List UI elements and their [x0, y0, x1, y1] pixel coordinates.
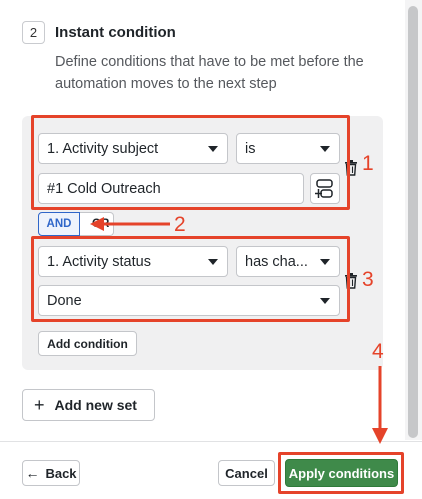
condition-2-operator-value: has cha... [245, 253, 308, 270]
back-label: Back [45, 465, 77, 481]
annotation-label-2: 2 [174, 213, 186, 236]
condition-1-value-input[interactable]: #1 Cold Outreach [38, 173, 304, 204]
annotation-arrow-4 [372, 366, 388, 444]
chevron-down-icon [208, 146, 218, 152]
condition-1-operator-value: is [245, 140, 256, 157]
condition-2-value-text: Done [47, 292, 82, 309]
condition-2-value-select[interactable]: Done [38, 285, 340, 316]
condition-1-field-select[interactable]: 1. Activity subject [38, 133, 228, 164]
insert-field-button[interactable] [310, 173, 340, 204]
annotation-arrow-2 [90, 217, 170, 231]
condition-2-operator-select[interactable]: has cha... [236, 246, 340, 277]
annotation-label-1: 1 [362, 152, 374, 175]
footer-divider [0, 441, 422, 442]
plus-icon: + [34, 394, 45, 415]
annotation-label-4: 4 [372, 340, 384, 363]
condition-1-field-value: 1. Activity subject [47, 140, 159, 157]
chevron-down-icon [320, 259, 330, 265]
add-new-set-button[interactable]: + Add new set [22, 389, 155, 421]
chevron-down-icon [320, 298, 330, 304]
insert-field-icon [315, 178, 333, 198]
condition-2-field-select[interactable]: 1. Activity status [38, 246, 228, 277]
arrow-left-icon: ← [25, 465, 40, 481]
cancel-button[interactable]: Cancel [218, 460, 275, 486]
scrollbar-thumb[interactable] [408, 6, 418, 438]
chevron-down-icon [208, 259, 218, 265]
automation-condition-panel: 2 Instant condition Define conditions th… [0, 0, 422, 499]
trash-icon[interactable] [344, 160, 358, 176]
condition-1-operator-select[interactable]: is [236, 133, 340, 164]
step-number-badge: 2 [22, 21, 45, 44]
and-toggle-button[interactable]: AND [38, 212, 80, 236]
step-description: Define conditions that have to be met be… [55, 54, 364, 92]
condition-1-value-text: #1 Cold Outreach [47, 180, 161, 197]
step-title: Instant condition [55, 24, 176, 41]
annotation-label-3: 3 [362, 268, 374, 291]
add-new-set-label: Add new set [54, 397, 137, 413]
apply-conditions-button[interactable]: Apply conditions [285, 459, 398, 487]
add-condition-button[interactable]: Add condition [38, 331, 137, 356]
condition-2-field-value: 1. Activity status [47, 253, 151, 270]
back-button[interactable]: ← Back [22, 460, 80, 486]
chevron-down-icon [320, 146, 330, 152]
trash-icon[interactable] [344, 273, 358, 289]
